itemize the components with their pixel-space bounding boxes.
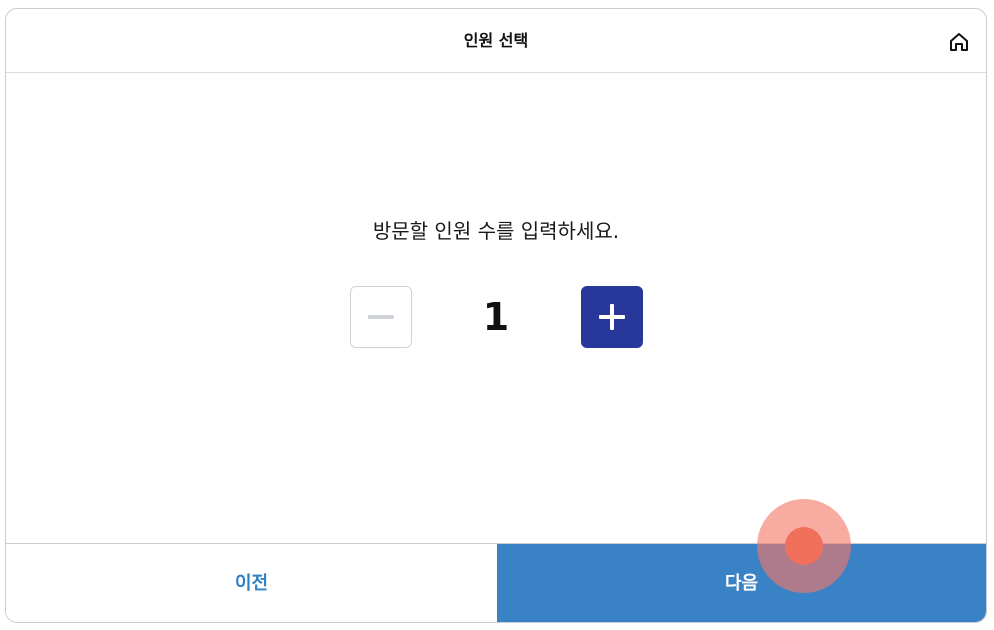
previous-button[interactable]: 이전 bbox=[6, 544, 497, 622]
decrement-button[interactable] bbox=[350, 286, 412, 348]
instruction-text: 방문할 인원 수를 입력하세요. bbox=[372, 219, 620, 243]
quantity-stepper: 1 bbox=[6, 286, 986, 348]
app-window: 인원 선택 방문할 인원 수를 입력하세요. 1 이전 다음 bbox=[5, 8, 987, 623]
count-value: 1 bbox=[482, 295, 510, 339]
minus-icon bbox=[368, 315, 394, 319]
header: 인원 선택 bbox=[6, 9, 986, 73]
next-button[interactable]: 다음 bbox=[497, 544, 986, 622]
footer-bar: 이전 다음 bbox=[6, 543, 986, 622]
page-title: 인원 선택 bbox=[463, 31, 529, 50]
increment-button[interactable] bbox=[581, 286, 643, 348]
home-button[interactable] bbox=[946, 29, 972, 55]
plus-icon bbox=[599, 304, 625, 330]
home-icon bbox=[950, 33, 968, 51]
